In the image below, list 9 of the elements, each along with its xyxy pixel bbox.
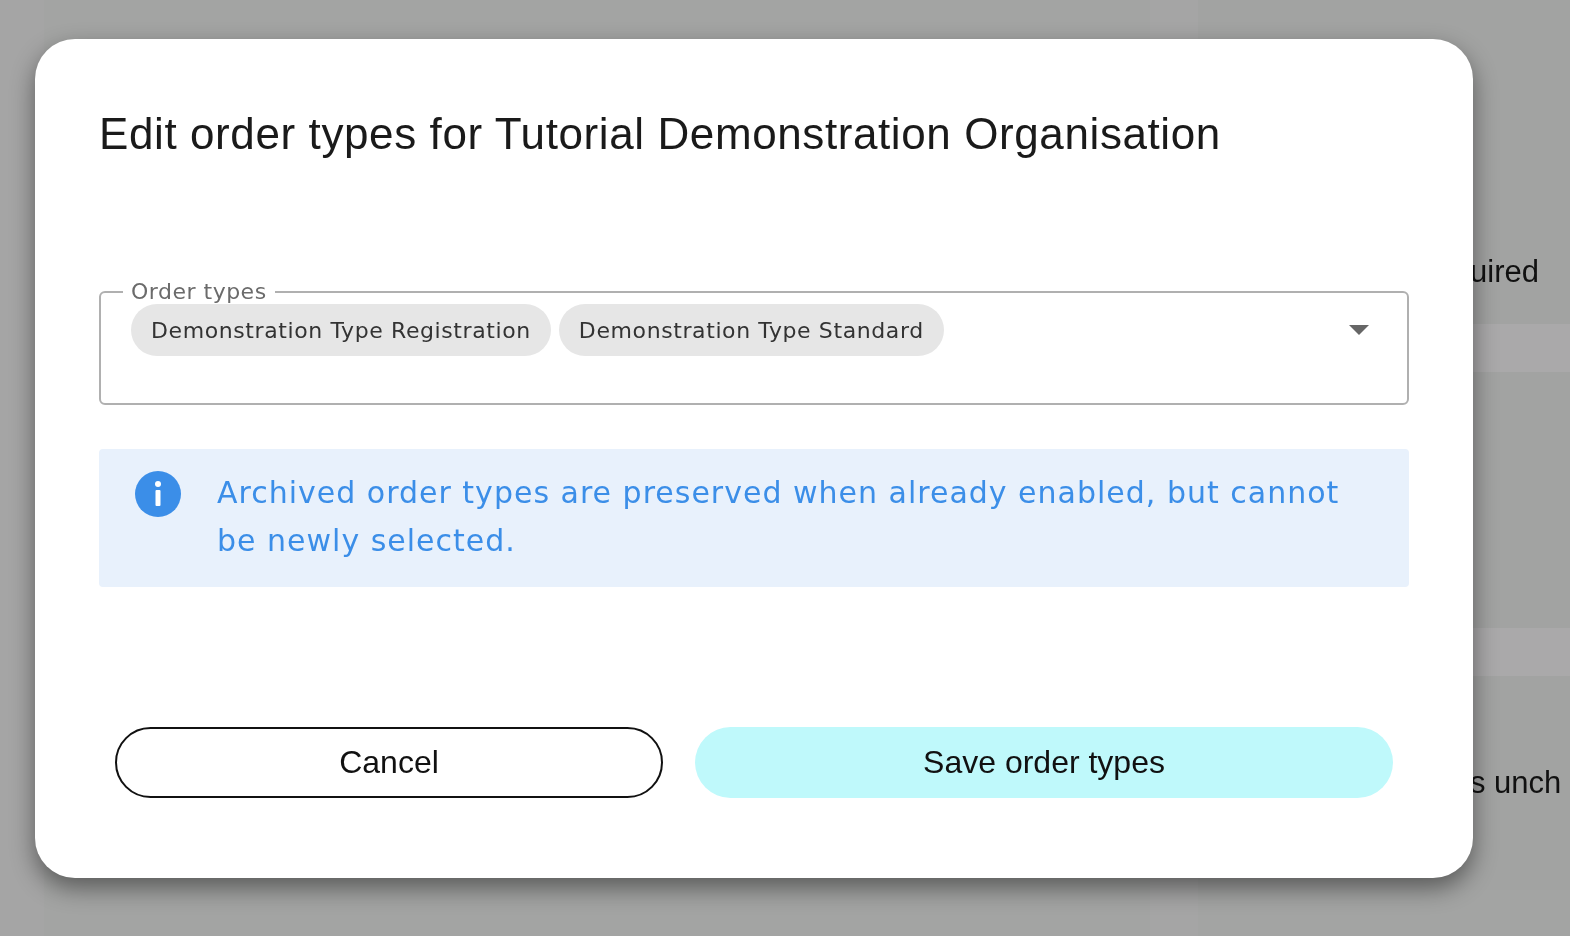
order-type-chip[interactable]: Demonstration Type Standard — [558, 304, 944, 356]
order-type-chip[interactable]: Demonstration Type Registration — [131, 304, 551, 356]
cancel-button[interactable]: Cancel — [115, 727, 663, 798]
notice-text: Archived order types are preserved when already enabled, but cannot be newly selected. — [217, 474, 1341, 560]
dialog-title: Edit order types for Tutorial Demonstration Organisation — [99, 109, 1222, 159]
field-label: Order types — [130, 279, 268, 304]
row-text: uired — [1469, 254, 1539, 290]
info-icon — [135, 471, 181, 517]
save-button[interactable]: Save order types — [695, 727, 1393, 798]
